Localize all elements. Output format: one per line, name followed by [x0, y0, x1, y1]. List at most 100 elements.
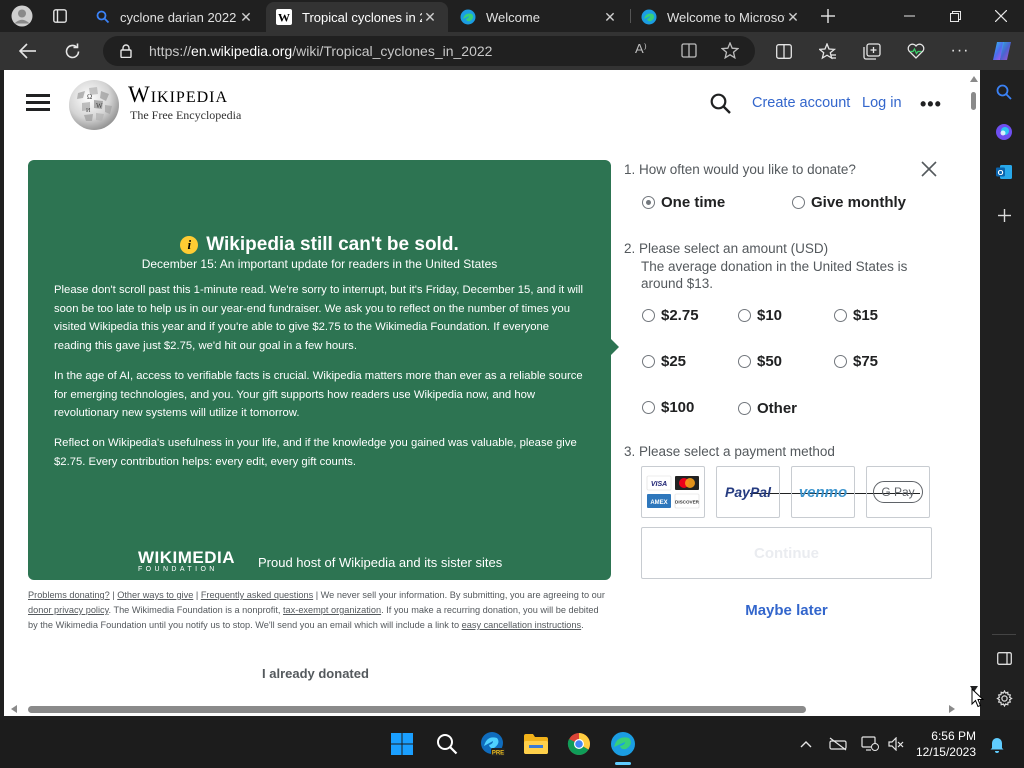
- browser-toolbar: https://en.wikipedia.org/wiki/Tropical_c…: [0, 32, 1024, 70]
- tray-network-icon[interactable]: [858, 732, 882, 756]
- amount-option[interactable]: $10: [738, 307, 782, 324]
- notifications-button[interactable]: [985, 732, 1009, 756]
- favorites-button[interactable]: [812, 35, 844, 67]
- amount-option[interactable]: $50: [738, 353, 782, 370]
- scroll-right-arrow-icon[interactable]: [949, 705, 955, 713]
- sidebar-add-button[interactable]: [988, 199, 1020, 231]
- new-tab-button[interactable]: [814, 0, 842, 32]
- continue-button[interactable]: Continue: [641, 527, 932, 579]
- main-menu-icon[interactable]: [26, 94, 50, 114]
- search-icon[interactable]: [709, 92, 733, 116]
- more-options-icon[interactable]: •••: [920, 94, 942, 115]
- taskbar-chrome[interactable]: [563, 728, 595, 760]
- tray-volume-icon[interactable]: [884, 732, 908, 756]
- search-icon: [996, 84, 1012, 100]
- clock-date: 12/15/2023: [915, 745, 976, 759]
- sidebar-outlook-button[interactable]: O: [988, 156, 1020, 188]
- taskbar-edge-preview[interactable]: PRE: [476, 728, 508, 760]
- sidebar-search-button[interactable]: [988, 76, 1020, 108]
- problems-donating-link[interactable]: Problems donating?: [28, 590, 110, 600]
- amount-option[interactable]: $100: [642, 399, 694, 416]
- already-donated-button[interactable]: I already donated: [262, 666, 369, 681]
- lock-icon[interactable]: [120, 44, 132, 58]
- amount-option-other[interactable]: Other: [738, 400, 797, 417]
- wikipedia-wordmark[interactable]: Wikipedia: [128, 82, 228, 108]
- tab-tropical-cyclones[interactable]: W Tropical cyclones in 20 ✕: [266, 2, 448, 32]
- log-in-link[interactable]: Log in: [862, 95, 902, 111]
- split-screen-button[interactable]: [768, 35, 800, 67]
- tab-cyclone-search[interactable]: cyclone darian 2022 - ✕: [86, 2, 264, 32]
- read-aloud-icon[interactable]: A⁾: [635, 41, 659, 61]
- settings-more-button[interactable]: ···: [944, 35, 976, 67]
- scroll-up-arrow-icon[interactable]: [970, 76, 978, 82]
- taskbar-edge[interactable]: [607, 728, 639, 760]
- scroll-left-arrow-icon[interactable]: [11, 705, 17, 713]
- sidebar-copilot-button[interactable]: [988, 116, 1020, 148]
- other-ways-link[interactable]: Other ways to give: [117, 590, 193, 600]
- create-account-link[interactable]: Create account: [752, 95, 850, 111]
- amount-option[interactable]: $2.75: [642, 307, 699, 324]
- restore-button[interactable]: [932, 0, 978, 32]
- fine-print-text: We never sell your information. By submi…: [320, 590, 605, 600]
- close-icon[interactable]: [920, 160, 938, 178]
- wikipedia-globe-logo[interactable]: Ω W И: [68, 79, 120, 131]
- payment-method-google-pay[interactable]: G Pay: [866, 466, 930, 518]
- url-text[interactable]: https://en.wikipedia.org/wiki/Tropical_c…: [149, 43, 492, 59]
- refresh-button[interactable]: [56, 35, 88, 67]
- close-window-button[interactable]: [978, 0, 1024, 32]
- tray-drive-icon[interactable]: [826, 732, 850, 756]
- tab-close-icon[interactable]: ✕: [602, 9, 618, 26]
- radio-icon[interactable]: [792, 196, 805, 209]
- favorite-star-icon[interactable]: [721, 42, 739, 59]
- faq-link[interactable]: Frequently asked questions: [201, 590, 313, 600]
- radio-icon[interactable]: [642, 401, 655, 414]
- option-label: $50: [757, 353, 783, 370]
- taskbar-search-button[interactable]: [431, 728, 463, 760]
- tab-close-icon[interactable]: ✕: [785, 9, 801, 26]
- privacy-policy-link[interactable]: donor privacy policy: [28, 605, 109, 615]
- radio-icon[interactable]: [642, 196, 655, 209]
- amount-option[interactable]: $25: [642, 353, 686, 370]
- radio-icon[interactable]: [738, 309, 751, 322]
- immersive-reader-icon[interactable]: [681, 43, 699, 59]
- horizontal-scroll-thumb[interactable]: [28, 706, 806, 713]
- copilot-button[interactable]: [986, 35, 1018, 67]
- browser-essentials-button[interactable]: [900, 35, 932, 67]
- tab-welcome[interactable]: Welcome ✕: [450, 2, 628, 32]
- frequency-option-monthly[interactable]: Give monthly: [792, 194, 906, 211]
- cancellation-link[interactable]: easy cancellation instructions: [462, 620, 582, 630]
- show-hidden-icons[interactable]: [794, 732, 818, 756]
- vertical-scroll-thumb[interactable]: [971, 92, 976, 110]
- tab-welcome-microsoft[interactable]: Welcome to Microsoft ✕: [631, 2, 811, 32]
- minimize-button[interactable]: [886, 0, 932, 32]
- vertical-scrollbar[interactable]: [967, 70, 980, 702]
- radio-icon[interactable]: [642, 309, 655, 322]
- start-button[interactable]: [386, 728, 418, 760]
- radio-icon[interactable]: [642, 355, 655, 368]
- back-button[interactable]: [12, 35, 44, 67]
- collections-button[interactable]: [856, 35, 888, 67]
- horizontal-scrollbar[interactable]: [4, 702, 967, 716]
- tab-actions-button[interactable]: [44, 0, 76, 32]
- taskbar-clock[interactable]: 6:56 PM 12/15/2023: [912, 728, 976, 760]
- radio-icon[interactable]: [834, 355, 847, 368]
- radio-icon[interactable]: [738, 355, 751, 368]
- amount-option[interactable]: $75: [834, 353, 878, 370]
- tax-exempt-link[interactable]: tax-exempt organization: [283, 605, 381, 615]
- taskbar-file-explorer[interactable]: [520, 728, 552, 760]
- amount-option[interactable]: $15: [834, 307, 878, 324]
- radio-icon[interactable]: [738, 402, 751, 415]
- tab-close-icon[interactable]: ✕: [422, 9, 438, 26]
- payment-method-venmo[interactable]: venmo: [791, 466, 855, 518]
- tab-close-icon[interactable]: ✕: [238, 9, 254, 26]
- payment-method-card[interactable]: VISA AMEX DISCOVER: [641, 466, 705, 518]
- profile-avatar[interactable]: [6, 0, 38, 32]
- payment-method-paypal[interactable]: PayPal: [716, 466, 780, 518]
- radio-icon[interactable]: [834, 309, 847, 322]
- maybe-later-button[interactable]: Maybe later: [641, 602, 932, 619]
- hide-sidebar-button[interactable]: [988, 642, 1020, 674]
- sidebar-settings-button[interactable]: [988, 682, 1020, 714]
- frequency-option-one-time[interactable]: One time: [642, 194, 725, 211]
- fine-print-text: .: [581, 620, 584, 630]
- address-bar[interactable]: https://en.wikipedia.org/wiki/Tropical_c…: [103, 36, 755, 66]
